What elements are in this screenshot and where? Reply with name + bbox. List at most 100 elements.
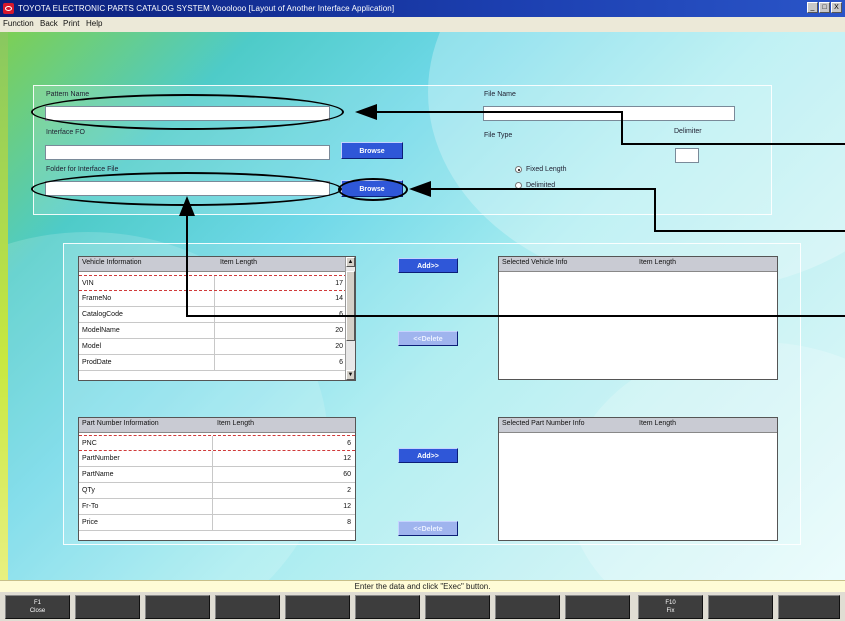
table-row[interactable]: PartNumber 12	[79, 451, 355, 467]
row-name: CatalogCode	[82, 311, 123, 318]
function-key[interactable]	[565, 595, 630, 619]
row-name: VIN	[82, 280, 94, 287]
window-title: TOYOTA ELECTRONIC PARTS CATALOG SYSTEM V…	[18, 4, 395, 13]
function-key[interactable]	[708, 595, 773, 619]
selected-vehicle-table[interactable]: Selected Vehicle Info Item Length	[498, 256, 778, 380]
menu-bar: Function Back Print Help	[0, 17, 845, 33]
row-length: 12	[343, 455, 351, 462]
scroll-up-icon[interactable]: ▲	[346, 257, 355, 267]
interface-fo-label: Interface FO	[46, 129, 85, 136]
column-divider	[214, 323, 215, 338]
function-key[interactable]	[778, 595, 840, 619]
table-row[interactable]: PNC 6	[79, 435, 355, 451]
function-key[interactable]	[285, 595, 350, 619]
table-row[interactable]: CatalogCode 6	[79, 307, 347, 323]
fkey-number: F1	[33, 600, 41, 606]
delimited-label: Delimited	[526, 182, 556, 189]
title-bar: TOYOTA ELECTRONIC PARTS CATALOG SYSTEM V…	[0, 0, 845, 17]
annotation-oval	[338, 178, 408, 201]
table-row[interactable]: ModelName 20	[79, 323, 347, 339]
pattern-name-label: Pattern Name	[46, 91, 90, 98]
row-name: Fr-To	[82, 503, 99, 510]
row-length: 6	[339, 359, 343, 366]
function-key[interactable]	[145, 595, 210, 619]
browse-interface-button[interactable]: Browse	[341, 142, 403, 159]
row-length: 60	[343, 471, 351, 478]
file-name-input[interactable]	[483, 106, 735, 121]
delimiter-label: Delimiter	[674, 128, 702, 135]
delimiter-input[interactable]	[675, 148, 699, 163]
row-name: FrameNo	[82, 295, 112, 302]
annotation-oval	[31, 172, 342, 206]
fixed-length-radio[interactable]	[515, 166, 522, 173]
vehicle-info-table: Vehicle Information Item Length VIN 17 Fr…	[78, 256, 356, 381]
row-length: 8	[347, 519, 351, 526]
toyota-logo-icon	[3, 3, 14, 14]
table-header: Selected Vehicle Info Item Length	[499, 257, 777, 272]
table-row[interactable]: Model 20	[79, 339, 347, 355]
table-row[interactable]: Price 8	[79, 515, 355, 531]
add-part-button[interactable]: Add>>	[398, 448, 458, 463]
row-length: 2	[347, 487, 351, 494]
row-name: Model	[82, 343, 102, 350]
column-divider	[212, 483, 213, 498]
delete-vehicle-button[interactable]: <<Delete	[398, 331, 458, 346]
column-divider	[214, 307, 215, 322]
column-header: Selected Vehicle Info	[502, 259, 568, 266]
add-vehicle-button[interactable]: Add>>	[398, 258, 458, 273]
table-row[interactable]: FrameNo 14	[79, 291, 347, 307]
row-length: 12	[343, 503, 351, 510]
table-row[interactable]: VIN 17	[79, 275, 347, 291]
table-row[interactable]: QTy 2	[79, 483, 355, 499]
minimize-button[interactable]: _	[807, 2, 818, 13]
maximize-button[interactable]: □	[819, 2, 830, 13]
annotation-oval	[31, 94, 344, 130]
row-length: 20	[335, 343, 343, 350]
menu-back[interactable]: Back	[40, 19, 58, 28]
column-divider	[214, 355, 215, 370]
scroll-thumb[interactable]	[346, 271, 355, 341]
delimited-radio[interactable]	[515, 182, 522, 189]
column-divider	[212, 436, 213, 450]
row-name: ModelName	[82, 327, 120, 334]
fkey-label: Fix	[666, 608, 675, 614]
column-divider	[214, 276, 215, 290]
column-divider	[212, 451, 213, 466]
column-header: Item Length	[639, 420, 676, 427]
column-header: Part Number Information	[82, 420, 159, 427]
row-name: PartName	[82, 471, 114, 478]
column-header: Item Length	[220, 259, 257, 266]
row-name: PNC	[82, 440, 97, 447]
f10-fix-key[interactable]: F10 Fix	[638, 595, 703, 619]
column-header: Vehicle Information	[82, 259, 142, 266]
function-key[interactable]	[495, 595, 560, 619]
table-row[interactable]: Fr-To 12	[79, 499, 355, 515]
table-row[interactable]: PartName 60	[79, 467, 355, 483]
row-length: 6	[347, 440, 351, 447]
left-accent-strip	[0, 32, 8, 580]
vehicle-table-scrollbar[interactable]: ▲ ▼	[345, 257, 355, 380]
row-name: Price	[82, 519, 98, 526]
scroll-down-icon[interactable]: ▼	[346, 370, 355, 380]
row-length: 17	[335, 280, 343, 287]
table-header: Part Number Information Item Length	[79, 418, 355, 433]
selected-part-number-table[interactable]: Selected Part Number Info Item Length	[498, 417, 778, 541]
menu-function[interactable]: Function	[3, 19, 34, 28]
fkey-label: Close	[29, 608, 46, 614]
function-key[interactable]	[355, 595, 420, 619]
column-divider	[214, 291, 215, 306]
function-key[interactable]	[75, 595, 140, 619]
menu-print[interactable]: Print	[63, 19, 79, 28]
table-header: Vehicle Information Item Length	[79, 257, 355, 272]
table-row[interactable]: ProdDate 6	[79, 355, 347, 371]
function-key[interactable]	[425, 595, 490, 619]
function-key[interactable]	[215, 595, 280, 619]
column-divider	[212, 467, 213, 482]
menu-help[interactable]: Help	[86, 19, 102, 28]
row-length: 20	[335, 327, 343, 334]
interface-fo-input[interactable]	[45, 145, 330, 160]
column-divider	[212, 515, 213, 530]
f1-close-key[interactable]: F1 Close	[5, 595, 70, 619]
delete-part-button[interactable]: <<Delete	[398, 521, 458, 536]
close-window-button[interactable]: X	[831, 2, 842, 13]
